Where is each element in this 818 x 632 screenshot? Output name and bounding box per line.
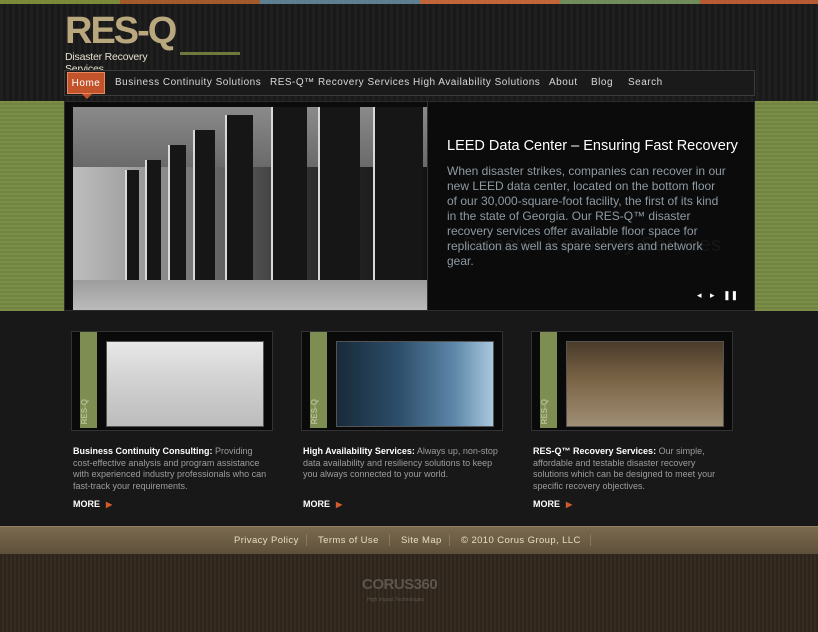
nav-item-resq-recovery[interactable]: RES-Q™ Recovery Services (270, 71, 410, 95)
main-nav: Home Business Continuity Solutions RES-Q… (64, 70, 755, 99)
footer-bar: Privacy Policy Terms of Use Site Map © 2… (0, 526, 818, 554)
card-description: High Availability Services: Always up, n… (303, 446, 498, 479)
arrow-right-icon: ▶ (336, 500, 343, 509)
corus360-tagline: High Impact Technologies (367, 597, 425, 603)
nav-item-home[interactable]: Home (67, 72, 105, 99)
more-link[interactable]: MORE ▶ (533, 499, 572, 509)
card-title[interactable]: High Availability Services: (303, 446, 415, 456)
slide-body: When disaster strikes, companies can rec… (447, 164, 726, 268)
nav-item-business-continuity[interactable]: Business Continuity Solutions (115, 71, 261, 95)
arrow-right-icon: ▶ (566, 500, 573, 509)
logo-accent-bar (180, 52, 240, 55)
card-title[interactable]: Business Continuity Consulting: (73, 446, 213, 456)
footer-copyright: © 2010 Corus Group, LLC (461, 535, 581, 546)
nav-item-high-availability[interactable]: High Availability Solutions (413, 71, 540, 95)
card-description: RES-Q™ Recovery Services: Our simple, af… (533, 446, 716, 491)
footer-link-sitemap[interactable]: Site Map (401, 535, 442, 546)
card-image-consultants (106, 341, 264, 427)
more-link[interactable]: MORE ▶ (73, 499, 112, 509)
hero-slider: Disaster Recovery Services LEED Data Cen… (64, 101, 755, 312)
bottom-background (0, 554, 818, 632)
prev-arrow-icon[interactable]: ◂ (697, 290, 702, 300)
next-arrow-icon[interactable]: ▸ (710, 290, 715, 300)
card-tab: RES-Q (310, 332, 327, 428)
footer-separator (449, 534, 450, 546)
card-high-availability[interactable]: RES-Q (301, 331, 503, 431)
card-resq-recovery[interactable]: RES-Q (531, 331, 733, 431)
logo-mark: RES-Q (65, 10, 177, 52)
pause-icon[interactable]: ❚❚ (723, 290, 738, 300)
card-image-warehouse (566, 341, 724, 427)
footer-separator (306, 534, 307, 546)
card-tab: RES-Q (80, 332, 97, 428)
nav-item-search[interactable]: Search (628, 71, 663, 95)
slide-image-server-room (73, 107, 427, 310)
site-logo[interactable]: RES-Q Disaster Recovery Services (65, 10, 240, 75)
card-business-continuity[interactable]: RES-Q (71, 331, 273, 431)
footer-separator (389, 534, 390, 546)
slide-divider (427, 102, 428, 312)
footer-separator (590, 534, 591, 546)
nav-item-about[interactable]: About (549, 71, 578, 95)
card-description: Business Continuity Consulting: Providin… (73, 446, 267, 491)
arrow-right-icon: ▶ (106, 500, 113, 509)
more-link[interactable]: MORE ▶ (303, 499, 342, 509)
card-image-servers (336, 341, 494, 427)
footer-link-terms[interactable]: Terms of Use (318, 535, 379, 546)
slider-controls: ◂ ▸ ❚❚ (697, 290, 744, 301)
nav-item-blog[interactable]: Blog (591, 71, 613, 95)
corus360-logo[interactable]: CORUS360 (362, 576, 438, 593)
card-tab: RES-Q (540, 332, 557, 428)
footer-link-privacy[interactable]: Privacy Policy (234, 535, 299, 546)
card-title[interactable]: RES-Q™ Recovery Services: (533, 446, 656, 456)
slide-title: LEED Data Center – Ensuring Fast Recover… (447, 138, 738, 154)
